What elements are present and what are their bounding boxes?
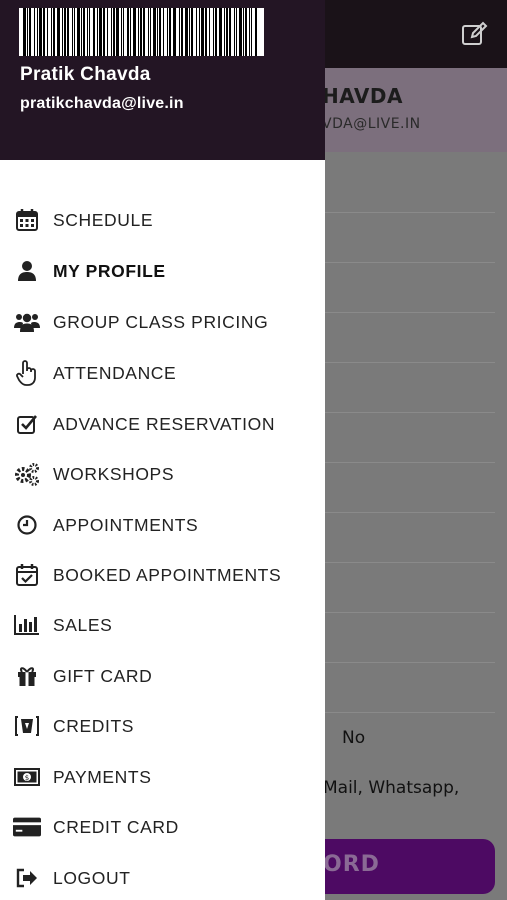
profile-email: VDA@LIVE.IN: [322, 116, 421, 132]
divider: [325, 712, 495, 713]
logout-icon: [13, 864, 41, 892]
divider: [325, 612, 495, 613]
menu-item-label: CREDITS: [53, 715, 135, 736]
menu-item-label: GIFT CARD: [53, 665, 153, 686]
menu-item-attendance[interactable]: ATTENDANCE: [0, 349, 325, 397]
divider: [325, 462, 495, 463]
menu-item-payments[interactable]: $ PAYMENTS: [0, 753, 325, 801]
menu-item-label: LOGOUT: [53, 867, 131, 888]
edit-icon[interactable]: [461, 20, 489, 48]
menu-item-label: SCHEDULE: [53, 209, 154, 230]
menu-item-appointments[interactable]: APPOINTMENTS: [0, 501, 325, 549]
submit-button-label: ORD: [323, 852, 380, 877]
divider: [325, 562, 495, 563]
menu-item-label: PAYMENTS: [53, 766, 152, 787]
gears-icon: [13, 460, 41, 488]
menu-item-label: SALES: [53, 614, 113, 635]
menu-item-booked-appointments[interactable]: BOOKED APPOINTMENTS: [0, 551, 325, 599]
clock-icon: [13, 511, 41, 539]
profile-name: HAVDA: [322, 84, 403, 108]
hand-pointer-icon: [13, 359, 41, 387]
menu-item-credit-card[interactable]: CREDIT CARD: [0, 803, 325, 851]
users-icon: [13, 308, 41, 336]
menu-item-label: CREDIT CARD: [53, 816, 179, 837]
divider: [325, 362, 495, 363]
money-icon: $: [13, 763, 41, 791]
menu-item-gift-card[interactable]: GIFT CARD: [0, 652, 325, 700]
menu-item-label: ADVANCE RESERVATION: [53, 413, 276, 434]
menu-item-workshops[interactable]: WORKSHOPS: [0, 450, 325, 498]
menu-item-advance-reservation[interactable]: ADVANCE RESERVATION: [0, 400, 325, 448]
navigation-drawer: Pratik Chavda pratikchavda@live.in SCHED…: [0, 0, 325, 900]
divider: [325, 412, 495, 413]
check-square-icon: [13, 410, 41, 438]
menu-item-credits[interactable]: CREDITS: [0, 702, 325, 750]
menu-item-label: APPOINTMENTS: [53, 514, 199, 535]
credit-card-icon: [13, 813, 41, 841]
menu-item-group-class-pricing[interactable]: GROUP CLASS PRICING: [0, 298, 325, 346]
credits-icon: [13, 712, 41, 740]
drawer-header: Pratik Chavda pratikchavda@live.in: [0, 0, 325, 160]
menu-item-label: GROUP CLASS PRICING: [53, 311, 269, 332]
field-value: No: [342, 728, 366, 748]
user-email: pratikchavda@live.in: [20, 95, 184, 112]
bar-chart-icon: [13, 611, 41, 639]
divider: [325, 512, 495, 513]
barcode-image: [19, 8, 264, 56]
user-name: Pratik Chavda: [20, 64, 151, 85]
field-value: Mail, Whatsapp,: [323, 778, 460, 798]
svg-text:$: $: [25, 774, 29, 782]
user-icon: [13, 257, 41, 285]
menu-item-sales[interactable]: SALES: [0, 601, 325, 649]
gift-icon: [13, 662, 41, 690]
menu-item-schedule[interactable]: SCHEDULE: [0, 196, 325, 244]
menu-item-label: BOOKED APPOINTMENTS: [53, 564, 282, 585]
menu-item-label: ATTENDANCE: [53, 362, 177, 383]
calendar-icon: [13, 206, 41, 234]
menu-item-label: MY PROFILE: [53, 260, 166, 281]
divider: [325, 212, 495, 213]
divider: [325, 262, 495, 263]
divider: [325, 662, 495, 663]
menu-item-label: WORKSHOPS: [53, 463, 175, 484]
calendar-check-icon: [13, 561, 41, 589]
menu-item-my-profile[interactable]: MY PROFILE: [0, 247, 325, 295]
divider: [325, 312, 495, 313]
menu-item-logout[interactable]: LOGOUT: [0, 854, 325, 900]
